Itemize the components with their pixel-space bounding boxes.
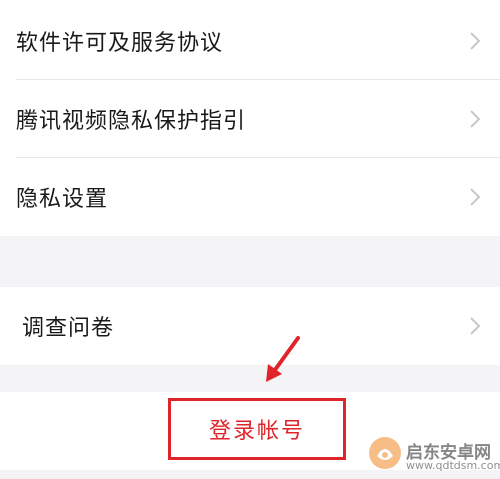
watermark-url: www.qdtdsm.com (406, 459, 500, 472)
brand-logo-icon (369, 437, 401, 469)
survey-label: 调查问卷 (22, 316, 115, 341)
arrow-down-left-icon (266, 336, 300, 382)
privacy-guide-label: 腾讯视频隐私保护指引 (16, 109, 247, 134)
login-button[interactable]: 登录帐号 (168, 398, 346, 460)
chevron-right-icon (470, 110, 481, 128)
legal-settings-group: 软件许可及服务协议 腾讯视频隐私保护指引 隐私设置 (0, 0, 500, 236)
privacy-guide-row[interactable]: 腾讯视频隐私保护指引 (0, 80, 500, 158)
login-button-label: 登录帐号 (208, 419, 305, 444)
chevron-right-icon (470, 188, 481, 206)
survey-group: 调查问卷 (0, 287, 500, 365)
privacy-settings-row[interactable]: 隐私设置 (0, 158, 500, 236)
software-license-label: 软件许可及服务协议 (16, 31, 224, 56)
watermark: 启东安卓网 www.qdtdsm.com (366, 432, 500, 479)
chevron-right-icon (470, 32, 481, 50)
software-license-row[interactable]: 软件许可及服务协议 (0, 2, 500, 80)
chevron-right-icon (470, 317, 481, 335)
survey-row[interactable]: 调查问卷 (0, 287, 500, 365)
privacy-settings-label: 隐私设置 (16, 187, 109, 212)
